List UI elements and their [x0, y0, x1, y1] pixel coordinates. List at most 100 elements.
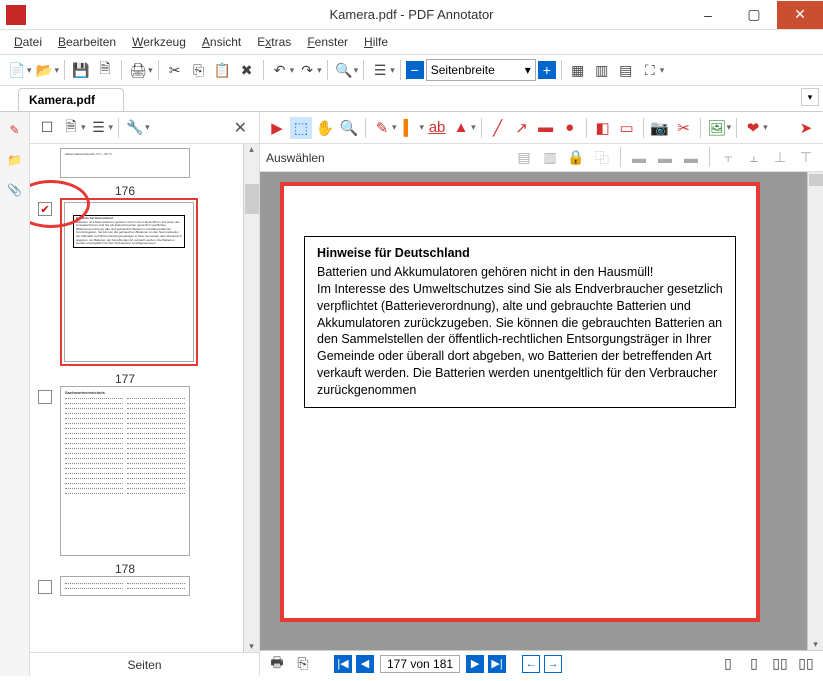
save-icon[interactable]: 💾: [70, 59, 92, 81]
text-tool-icon[interactable]: a̲b̲: [426, 117, 448, 139]
menu-extras[interactable]: Extras: [251, 33, 297, 51]
highlighter-icon[interactable]: ▍: [399, 117, 421, 139]
page-viewport[interactable]: Hinweise für Deutschland Batterien und A…: [260, 172, 823, 650]
copy-icon[interactable]: ⎘: [188, 59, 210, 81]
zoom-select[interactable]: Seitenbreite▾: [426, 59, 536, 81]
cursor-icon[interactable]: ➤: [795, 117, 817, 139]
layout1-icon[interactable]: ▦: [567, 59, 589, 81]
erase-area-icon[interactable]: ▭: [616, 117, 638, 139]
open-icon[interactable]: 📂: [34, 59, 56, 81]
clip-side-icon[interactable]: 📎: [5, 180, 25, 200]
group-icon[interactable]: ⿻: [591, 147, 613, 169]
page-scroll-down[interactable]: ▾: [808, 639, 823, 650]
thumb-check-177[interactable]: ✔: [38, 202, 52, 216]
maximize-button[interactable]: ▢: [731, 1, 777, 29]
pen-tool-icon[interactable]: ✎: [371, 117, 393, 139]
dist3-icon[interactable]: ⊥: [769, 147, 791, 169]
align-center-icon[interactable]: ▥: [539, 147, 561, 169]
view-single-icon[interactable]: ▯: [717, 653, 739, 675]
align-left-icon[interactable]: ▤: [513, 147, 535, 169]
page-scroll-handle[interactable]: [809, 174, 823, 186]
settings-icon[interactable]: 🔧: [124, 117, 146, 139]
view-two-cont-icon[interactable]: ▯▯: [795, 653, 817, 675]
thumb-178[interactable]: Sachwortverzeichnis: [60, 386, 190, 556]
next-page-button[interactable]: ▶: [466, 655, 484, 673]
page-counter[interactable]: 177 von 181: [380, 655, 460, 673]
stamp-icon[interactable]: ▲: [450, 117, 472, 139]
dist2-icon[interactable]: ⫠: [743, 147, 765, 169]
copy-status-icon[interactable]: ⎘: [292, 653, 314, 675]
tab-dropdown[interactable]: ▾: [801, 88, 819, 106]
thumb-scroll-handle[interactable]: [245, 184, 259, 214]
thumb-177[interactable]: Hinweise für Deutschland Batterien und A…: [64, 202, 194, 362]
paste-icon[interactable]: 📋: [212, 59, 234, 81]
align2-icon[interactable]: ▬: [654, 147, 676, 169]
menu-tool[interactable]: Werkzeug: [126, 33, 192, 51]
image-tool-icon[interactable]: 🖼: [706, 117, 728, 139]
layout2-icon[interactable]: ▥: [591, 59, 613, 81]
thumb-179[interactable]: [60, 576, 190, 596]
scroll-up-arrow[interactable]: ▴: [244, 144, 259, 155]
thumb-scrollbar[interactable]: ▴ ▾: [243, 144, 259, 652]
menu-help[interactable]: Hilfe: [358, 33, 394, 51]
menu-view[interactable]: Ansicht: [196, 33, 247, 51]
lock-icon[interactable]: 🔒: [565, 147, 587, 169]
snapshot-icon[interactable]: 📷: [649, 117, 671, 139]
redo-icon[interactable]: ↷: [296, 59, 318, 81]
menu-file[interactable]: Datei: [8, 33, 48, 51]
line-icon[interactable]: ╱: [487, 117, 509, 139]
print-icon[interactable]: 🖨: [127, 59, 149, 81]
thumb-check-178[interactable]: [38, 390, 52, 404]
undo-icon[interactable]: ↶: [269, 59, 291, 81]
favorite-icon[interactable]: ❤: [742, 117, 764, 139]
thumb-176[interactable]: Akkumulatorenbereich: 0°C - 40 °C: [60, 148, 190, 178]
eraser-icon[interactable]: ◧: [592, 117, 614, 139]
align3-icon[interactable]: ▬: [680, 147, 702, 169]
sidebar-close-button[interactable]: ✕: [228, 118, 253, 138]
align1-icon[interactable]: ▬: [628, 147, 650, 169]
thumb-row-179[interactable]: [38, 576, 251, 596]
first-page-button[interactable]: |◀: [334, 655, 352, 673]
view-cont-icon[interactable]: ▯: [743, 653, 765, 675]
crop-icon[interactable]: ✂: [673, 117, 695, 139]
zoom-in-button[interactable]: +: [538, 61, 556, 79]
page-ops-icon[interactable]: 🗎: [60, 117, 82, 139]
nav-back-button[interactable]: ←: [522, 655, 540, 673]
tab-kamera[interactable]: Kamera.pdf: [18, 88, 124, 111]
save-as-icon[interactable]: 🗎: [94, 59, 116, 81]
select-all-icon[interactable]: ☐: [36, 117, 58, 139]
new-icon[interactable]: 📄: [6, 59, 28, 81]
fullscreen-icon[interactable]: ⛶: [639, 59, 661, 81]
thumb-row-178[interactable]: Sachwortverzeichnis: [38, 386, 251, 556]
dist1-icon[interactable]: ⫟: [717, 147, 739, 169]
page-scrollbar[interactable]: ▴ ▾: [807, 172, 823, 650]
layout3-icon[interactable]: ▤: [615, 59, 637, 81]
arrow-tool-icon[interactable]: ↗: [511, 117, 533, 139]
zoom-out-button[interactable]: −: [406, 61, 424, 79]
menu-edit[interactable]: Bearbeiten: [52, 33, 122, 51]
thumb-row-177[interactable]: ✔ Hinweise für Deutschland Batterien und…: [38, 198, 251, 366]
thumb-check-179[interactable]: [38, 580, 52, 594]
zoom-tool-icon[interactable]: 🔍: [338, 117, 360, 139]
minimize-button[interactable]: –: [685, 1, 731, 29]
close-button[interactable]: ✕: [777, 1, 823, 29]
list-icon[interactable]: ☰: [369, 59, 391, 81]
scroll-down-arrow[interactable]: ▾: [244, 641, 259, 652]
rect-tool-icon[interactable]: ▬: [535, 117, 557, 139]
print-status-icon[interactable]: 🖶: [266, 653, 288, 675]
cut-icon[interactable]: ✂: [164, 59, 186, 81]
thumb-row-176[interactable]: Akkumulatorenbereich: 0°C - 40 °C: [38, 148, 251, 178]
pointer-icon[interactable]: ▶: [266, 117, 288, 139]
view-two-icon[interactable]: ▯▯: [769, 653, 791, 675]
select-tool-icon[interactable]: ⬚: [290, 117, 312, 139]
nav-fwd-button[interactable]: →: [544, 655, 562, 673]
delete-icon[interactable]: ✖: [236, 59, 258, 81]
menu-window[interactable]: Fenster: [301, 33, 354, 51]
dist4-icon[interactable]: ⊤: [795, 147, 817, 169]
hand-icon[interactable]: ✋: [314, 117, 336, 139]
ellipse-tool-icon[interactable]: ●: [559, 117, 581, 139]
prev-page-button[interactable]: ◀: [356, 655, 374, 673]
folder-side-icon[interactable]: 📁: [5, 150, 25, 170]
search-icon[interactable]: 🔍: [333, 59, 355, 81]
pen-side-icon[interactable]: ✎: [5, 120, 25, 140]
